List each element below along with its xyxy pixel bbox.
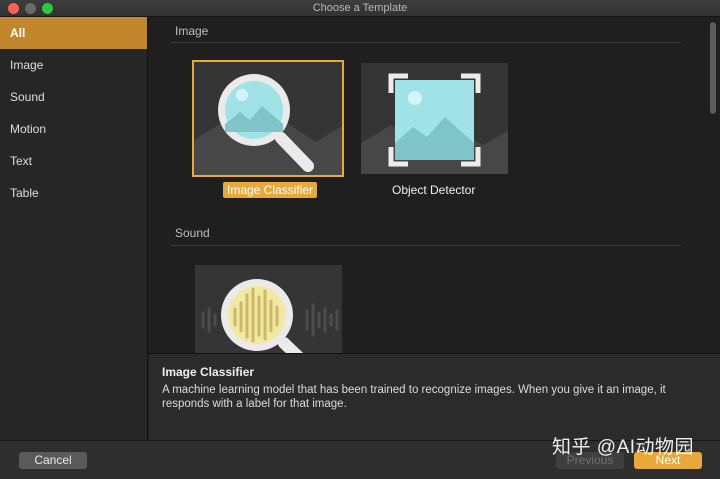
category-sidebar: All Image Sound Motion Text Table xyxy=(0,17,148,440)
section-divider xyxy=(171,42,681,43)
detector-frame-icon xyxy=(361,63,508,174)
sidebar-item-sound[interactable]: Sound xyxy=(0,81,147,113)
scrollbar-thumb[interactable] xyxy=(710,22,716,114)
magnifier-image-icon xyxy=(194,62,342,175)
template-gallery: Image Image Classifier Object Detector S… xyxy=(149,17,720,353)
magnifier-waveform-icon xyxy=(195,265,342,353)
watermark-text: 知乎 @AI动物园 xyxy=(552,437,695,458)
section-header-image: Image xyxy=(175,24,209,38)
template-label-image-classifier[interactable]: Image Classifier xyxy=(223,182,318,198)
description-text: A machine learning model that has been t… xyxy=(162,384,666,410)
template-tile-object-detector[interactable] xyxy=(361,63,508,174)
sidebar-item-motion[interactable]: Motion xyxy=(0,113,147,145)
template-description-panel: Image Classifier A machine learning mode… xyxy=(149,353,720,440)
template-tile-image-classifier[interactable] xyxy=(192,60,344,177)
section-header-sound: Sound xyxy=(175,226,210,240)
window-title: Choose a Template xyxy=(312,2,408,14)
sidebar-item-table[interactable]: Table xyxy=(0,177,147,209)
cancel-button[interactable]: Cancel xyxy=(19,452,87,469)
sidebar-item-text[interactable]: Text xyxy=(0,145,147,177)
template-label-object-detector[interactable]: Object Detector xyxy=(392,183,475,197)
sidebar-item-image[interactable]: Image xyxy=(0,49,147,81)
gallery-scrollbar[interactable] xyxy=(708,18,717,352)
template-tile-sound-classifier[interactable] xyxy=(195,265,342,353)
description-title: Image Classifier xyxy=(162,365,255,379)
title-bar: Choose a Template xyxy=(0,0,720,17)
sidebar-item-all[interactable]: All xyxy=(0,17,147,49)
section-divider xyxy=(171,245,681,246)
